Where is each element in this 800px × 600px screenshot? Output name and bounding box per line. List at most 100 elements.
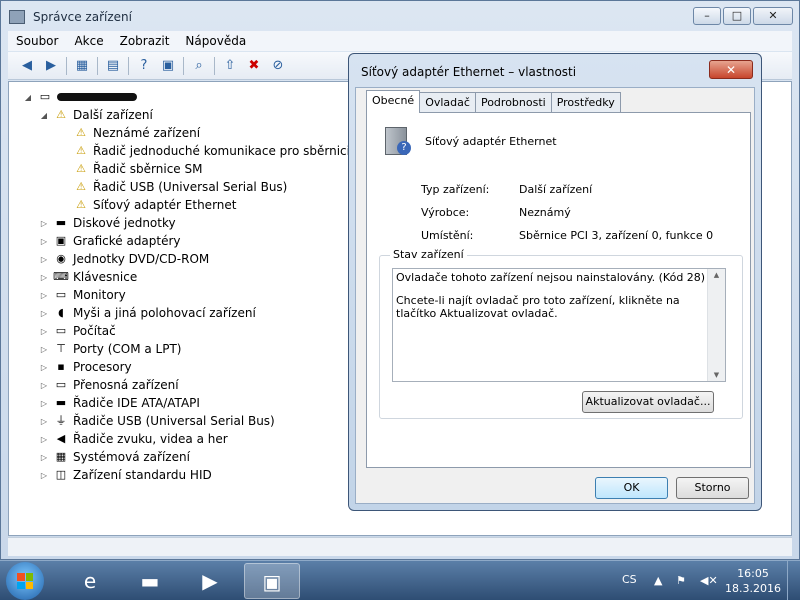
ok-button[interactable]: OK — [595, 477, 668, 499]
tree-category-disk[interactable]: ▷ ▬ Diskové jednotky — [39, 214, 176, 232]
tree-category-computer[interactable]: ▷ ▭ Počítač — [39, 322, 116, 340]
tree-category-display[interactable]: ▷ ▣ Grafické adaptéry — [39, 232, 181, 250]
tree-category-mice[interactable]: ▷ ◖ Myši a jiná polohovací zařízení — [39, 304, 256, 322]
speaker-icon: ◀ — [56, 432, 66, 445]
tree-item-unknown-device[interactable]: ⚠ Neznámé zařízení — [69, 124, 200, 142]
clock[interactable]: 16:05 18.3.2016 — [724, 566, 782, 596]
warning-icon: ⚠ — [76, 126, 86, 139]
expand-arrow-icon[interactable]: ▷ — [39, 471, 49, 480]
disable-device-icon[interactable]: ⊘ — [269, 57, 287, 75]
expand-arrow-icon[interactable]: ▷ — [39, 273, 49, 282]
forward-arrow-icon[interactable]: ▶ — [42, 57, 60, 75]
collapse-arrow-icon[interactable]: ◢ — [39, 111, 49, 120]
maximize-button[interactable]: □ — [723, 7, 751, 25]
title-bar[interactable]: Správce zařízení – □ ✕ — [1, 1, 799, 31]
scan-hardware-icon[interactable]: ⌕ — [190, 57, 208, 75]
tree-item-pci-controller[interactable]: ⚠ Řadič jednoduché komunikace pro sběrni… — [69, 142, 373, 160]
device-name: Síťový adaptér Ethernet — [425, 135, 557, 148]
explorer-folder-icon[interactable]: ▬ — [122, 563, 178, 599]
tree-item-sm-bus-controller[interactable]: ⚠ Řadič sběrnice SM — [69, 160, 202, 178]
tree-item-ethernet-adapter[interactable]: ⚠ Síťový adaptér Ethernet — [69, 196, 236, 214]
tree-category-dvd[interactable]: ▷ ◉ Jednotky DVD/CD-ROM — [39, 250, 209, 268]
device-status-textbox[interactable]: Ovladače tohoto zařízení nejsou nainstal… — [392, 268, 726, 382]
tree-item-usb-controller[interactable]: ⚠ Řadič USB (Universal Serial Bus) — [69, 178, 287, 196]
internet-explorer-icon[interactable]: e — [62, 563, 118, 599]
tree-category-usb[interactable]: ▷ ⏚ Řadiče USB (Universal Serial Bus) — [39, 412, 275, 430]
action-pane-icon[interactable]: ▣ — [159, 57, 177, 75]
tree-label: Další zařízení — [73, 108, 153, 122]
clock-date: 18.3.2016 — [725, 582, 781, 595]
action-center-icon[interactable]: ⚑ — [676, 574, 686, 587]
close-button[interactable]: ✕ — [753, 7, 793, 25]
uninstall-device-icon[interactable]: ✖ — [245, 57, 263, 75]
expand-arrow-icon[interactable]: ▷ — [39, 309, 49, 318]
volume-muted-icon[interactable]: ◀✕ — [700, 574, 718, 587]
tree-root[interactable]: ◢ ▭ — [23, 88, 137, 106]
tab-obecne[interactable]: Obecné — [366, 90, 421, 113]
tree-category-system[interactable]: ▷ ▦ Systémová zařízení — [39, 448, 190, 466]
show-hidden-icons-icon[interactable]: ▲ — [654, 574, 662, 587]
tab-ovladac[interactable]: Ovladač — [419, 92, 476, 113]
scroll-down-icon[interactable]: ▼ — [708, 371, 725, 379]
device-manager-taskbar-icon[interactable]: ▣ — [244, 563, 300, 599]
tree-label: Řadiče USB (Universal Serial Bus) — [73, 414, 275, 428]
tree-category-monitors[interactable]: ▷ ▭ Monitory — [39, 286, 126, 304]
status-scrollbar[interactable]: ▲ ▼ — [707, 269, 725, 381]
scroll-up-icon[interactable]: ▲ — [708, 271, 725, 279]
expand-arrow-icon[interactable]: ▷ — [39, 327, 49, 336]
toolbar-separator — [128, 56, 129, 75]
show-desktop-button[interactable] — [787, 561, 800, 600]
tree-category-hid[interactable]: ▷ ◫ Zařízení standardu HID — [39, 466, 212, 484]
menu-napoveda[interactable]: Nápověda — [177, 34, 254, 48]
update-driver-icon[interactable]: ⇧ — [221, 57, 239, 75]
start-button[interactable] — [6, 562, 44, 600]
tree-category-dalsi[interactable]: ◢ ⚠ Další zařízení — [39, 106, 153, 124]
update-driver-button[interactable]: Aktualizovat ovladač... — [582, 391, 714, 413]
expand-arrow-icon[interactable]: ▷ — [39, 345, 49, 354]
mouse-icon: ◖ — [58, 306, 64, 319]
expand-arrow-icon[interactable]: ▷ — [39, 255, 49, 264]
tree-category-portable[interactable]: ▷ ▭ Přenosná zařízení — [39, 376, 179, 394]
clock-time: 16:05 — [737, 567, 769, 580]
tree-category-processors[interactable]: ▷ ▪ Procesory — [39, 358, 132, 376]
cancel-button[interactable]: Storno — [676, 477, 749, 499]
menu-akce[interactable]: Akce — [66, 34, 111, 48]
tree-category-ports[interactable]: ▷ ⊤ Porty (COM a LPT) — [39, 340, 182, 358]
tree-label: Síťový adaptér Ethernet — [93, 198, 237, 212]
device-type-label: Typ zařízení: — [421, 183, 490, 196]
expand-arrow-icon[interactable]: ▷ — [39, 291, 49, 300]
expand-arrow-icon[interactable]: ▷ — [39, 435, 49, 444]
dialog-close-button[interactable]: ✕ — [709, 60, 753, 79]
expand-arrow-icon[interactable]: ▷ — [39, 381, 49, 390]
expand-arrow-icon[interactable]: ▷ — [39, 453, 49, 462]
status-bar — [8, 537, 792, 556]
show-hide-tree-icon[interactable]: ▦ — [73, 57, 91, 75]
expand-arrow-icon[interactable]: ▷ — [39, 219, 49, 228]
expand-arrow-icon[interactable]: ▷ — [39, 399, 49, 408]
tab-podrobnosti[interactable]: Podrobnosti — [474, 92, 552, 113]
status-hint: Chcete-li najít ovladač pro toto zařízen… — [396, 294, 680, 320]
language-indicator[interactable]: CS — [622, 573, 637, 586]
expand-arrow-icon[interactable]: ▷ — [39, 417, 49, 426]
tree-label: Přenosná zařízení — [73, 378, 179, 392]
menu-soubor[interactable]: Soubor — [8, 34, 66, 48]
tree-category-sound[interactable]: ▷ ◀ Řadiče zvuku, videa a her — [39, 430, 228, 448]
back-arrow-icon[interactable]: ◀ — [18, 57, 36, 75]
menu-zobrazit[interactable]: Zobrazit — [112, 34, 178, 48]
properties-icon[interactable]: ▤ — [104, 57, 122, 75]
minimize-button[interactable]: – — [693, 7, 721, 25]
window-title: Správce zařízení — [33, 10, 132, 24]
tree-category-ide[interactable]: ▷ ▬ Řadiče IDE ATA/ATAPI — [39, 394, 200, 412]
tree-label: Klávesnice — [73, 270, 138, 284]
expand-arrow-icon[interactable]: ▷ — [39, 237, 49, 246]
tab-prostredky[interactable]: Prostředky — [550, 92, 621, 113]
properties-dialog: Síťový adaptér Ethernet – vlastnosti ✕ O… — [348, 53, 762, 511]
help-icon[interactable]: ? — [135, 57, 153, 75]
media-player-icon[interactable]: ▶ — [182, 563, 238, 599]
expand-arrow-icon[interactable]: ▷ — [39, 363, 49, 372]
warning-icon: ⚠ — [76, 144, 86, 157]
computer-icon: ▭ — [55, 324, 67, 337]
computer-name-redacted — [57, 93, 137, 101]
tree-category-keyboard[interactable]: ▷ ⌨ Klávesnice — [39, 268, 137, 286]
collapse-arrow-icon[interactable]: ◢ — [23, 93, 33, 102]
